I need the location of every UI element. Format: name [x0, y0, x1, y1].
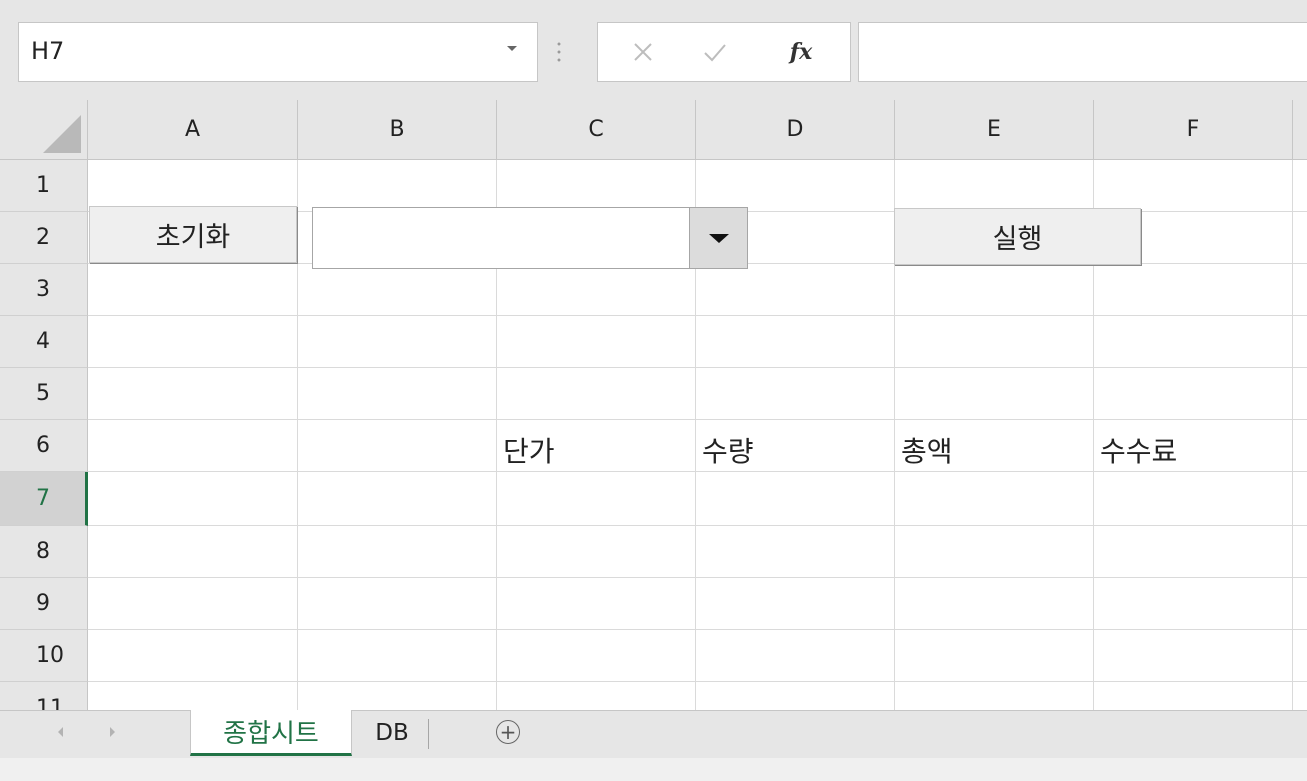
cell-c6[interactable]: 단가	[503, 430, 555, 470]
row-header-5[interactable]: 5	[0, 368, 88, 420]
row-header-1[interactable]: 1	[0, 160, 88, 212]
run-button[interactable]: 실행	[894, 208, 1141, 265]
row-header-7[interactable]: 7	[0, 472, 88, 526]
row-header-4[interactable]: 4	[0, 316, 88, 368]
tab-divider	[428, 719, 429, 749]
row-header-9[interactable]: 9	[0, 578, 88, 630]
gridline	[1292, 160, 1293, 710]
combo-dropdown-button[interactable]	[689, 208, 747, 268]
cell-f6[interactable]: 수수료	[1100, 430, 1177, 470]
scroll-tabs-left-icon[interactable]	[58, 727, 63, 737]
add-sheet-icon[interactable]: +	[496, 720, 520, 744]
row-header-3[interactable]: 3	[0, 264, 88, 316]
formula-input[interactable]	[858, 22, 1307, 82]
column-header-c[interactable]: C	[497, 100, 696, 160]
drag-handle-icon[interactable]	[557, 40, 561, 66]
gridline	[297, 160, 298, 710]
cancel-icon[interactable]	[608, 23, 678, 81]
combo-box[interactable]	[312, 207, 748, 269]
row-header-10[interactable]: 10	[0, 630, 88, 682]
row-header-2[interactable]: 2	[0, 212, 88, 264]
name-box[interactable]: H7	[18, 22, 538, 82]
checkmark-icon[interactable]	[680, 23, 750, 81]
dropdown-arrow-icon	[708, 233, 729, 243]
gridline	[88, 367, 1307, 368]
status-bar	[0, 758, 1307, 781]
insert-function-icon[interactable]: fx	[766, 23, 836, 81]
column-header-e[interactable]: E	[895, 100, 1094, 160]
cell-d6[interactable]: 수량	[702, 430, 754, 470]
column-header-b[interactable]: B	[298, 100, 497, 160]
sheet-tab-bar: 종합시트 DB +	[0, 710, 1307, 759]
scroll-tabs-right-icon[interactable]	[110, 727, 115, 737]
gridline	[88, 525, 1307, 526]
gridline	[88, 629, 1307, 630]
row-header-11[interactable]: 11	[0, 682, 88, 710]
gridline	[88, 471, 1307, 472]
gridline	[88, 419, 1307, 420]
select-all-triangle-icon	[43, 115, 81, 153]
reset-button[interactable]: 초기화	[89, 206, 297, 263]
formula-bar: H7 fx	[0, 0, 1307, 100]
select-all-button[interactable]	[0, 100, 88, 160]
chevron-down-icon[interactable]	[507, 46, 517, 51]
row-header-6[interactable]: 6	[0, 420, 88, 472]
column-header-f[interactable]: F	[1094, 100, 1293, 160]
column-header-a[interactable]: A	[88, 100, 298, 160]
row-header-8[interactable]: 8	[0, 526, 88, 578]
name-box-value: H7	[31, 37, 65, 65]
gridline	[88, 577, 1307, 578]
formula-buttons: fx	[597, 22, 851, 82]
spreadsheet-grid: A B C D E F 1 2 3 4 5 6 7 8 9 10 11 단가 수…	[0, 100, 1307, 710]
gridline	[88, 315, 1307, 316]
sheet-tab-db[interactable]: DB	[352, 711, 432, 755]
cell-e6[interactable]: 총액	[901, 430, 953, 470]
column-header-d[interactable]: D	[696, 100, 895, 160]
column-header-g[interactable]	[1293, 100, 1307, 160]
gridline	[88, 681, 1307, 682]
sheet-tab-summary[interactable]: 종합시트	[190, 710, 352, 756]
